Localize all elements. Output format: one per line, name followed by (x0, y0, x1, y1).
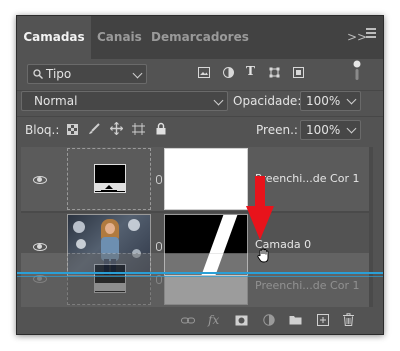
fill-dropdown[interactable] (343, 120, 361, 140)
layer-mask-thumbnail (164, 253, 248, 305)
smart-object-filter-icon[interactable] (293, 67, 304, 78)
fill-label: Preen.: (256, 123, 298, 137)
opacity-value: 100% (306, 94, 341, 108)
drop-indicator (17, 276, 383, 277)
panel-tab-bar: Camadas Canais Demarcadores >> (17, 16, 383, 59)
lock-label: Bloq.: (25, 123, 60, 137)
search-icon (33, 69, 43, 79)
opacity-dropdown[interactable] (343, 91, 361, 111)
chevron-down-icon (346, 123, 357, 134)
shape-filter-icon[interactable] (269, 67, 280, 78)
group-folder-icon[interactable] (289, 315, 302, 325)
divider (17, 116, 383, 117)
layer-mask-thumbnail[interactable] (164, 148, 248, 210)
tab-canais[interactable]: Canais (97, 16, 142, 59)
chevron-down-icon (346, 94, 357, 105)
layer-drag-preview: Preenchi...de Cor 1 (21, 253, 369, 307)
new-layer-icon[interactable] (317, 314, 329, 326)
layer-filter-select[interactable]: Tipo (27, 64, 147, 84)
text-filter-icon[interactable]: T (246, 64, 255, 78)
layer-name: Preenchi...de Cor 1 (255, 279, 360, 292)
chevron-down-icon (213, 95, 224, 106)
lock-artboard-icon[interactable] (132, 123, 145, 135)
lock-image-pixels-icon[interactable] (88, 123, 100, 135)
fill-layer-thumbnail (67, 253, 151, 305)
link-layers-icon[interactable] (181, 317, 195, 325)
adjustment-layer-icon[interactable] (263, 314, 275, 326)
layer-row[interactable]: Preenchi...de Cor 1 (21, 147, 369, 211)
opacity-label: Opacidade: (233, 94, 302, 108)
adjustment-filter-icon[interactable] (223, 67, 234, 78)
blend-mode-value: Normal (34, 94, 78, 108)
image-filter-icon[interactable] (198, 67, 210, 78)
trash-icon[interactable] (343, 313, 354, 326)
tab-camadas[interactable]: Camadas (17, 16, 91, 59)
lock-transparent-pixels-icon[interactable] (67, 124, 78, 135)
chevron-down-icon (132, 68, 143, 79)
fill-value: 100% (306, 123, 341, 137)
fx-icon[interactable]: fx (208, 313, 219, 327)
filter-toggle-icon[interactable] (353, 60, 361, 82)
panel-menu-icon[interactable] (366, 28, 376, 38)
blend-mode-select[interactable]: Normal (21, 91, 228, 111)
layers-panel: Camadas Canais Demarcadores >> Tipo T No… (16, 15, 384, 335)
visibility-eye-icon[interactable] (33, 243, 47, 251)
filter-kind-label: Tipo (46, 67, 72, 81)
lock-position-icon[interactable] (110, 122, 123, 135)
lock-all-icon[interactable] (156, 122, 166, 135)
visibility-eye-icon[interactable] (33, 176, 47, 184)
grab-hand-cursor-icon (257, 248, 269, 263)
tab-demarcadores[interactable]: Demarcadores (151, 16, 249, 59)
mask-link-icon[interactable] (156, 175, 162, 184)
collapse-icon[interactable]: >> (347, 30, 367, 44)
drop-indicator (17, 272, 383, 274)
red-arrow-annotation (246, 176, 274, 240)
mask-link-icon[interactable] (156, 242, 162, 251)
fill-layer-thumbnail[interactable] (67, 148, 151, 210)
add-mask-icon[interactable] (235, 315, 248, 326)
panel-footer: fx (17, 308, 383, 334)
